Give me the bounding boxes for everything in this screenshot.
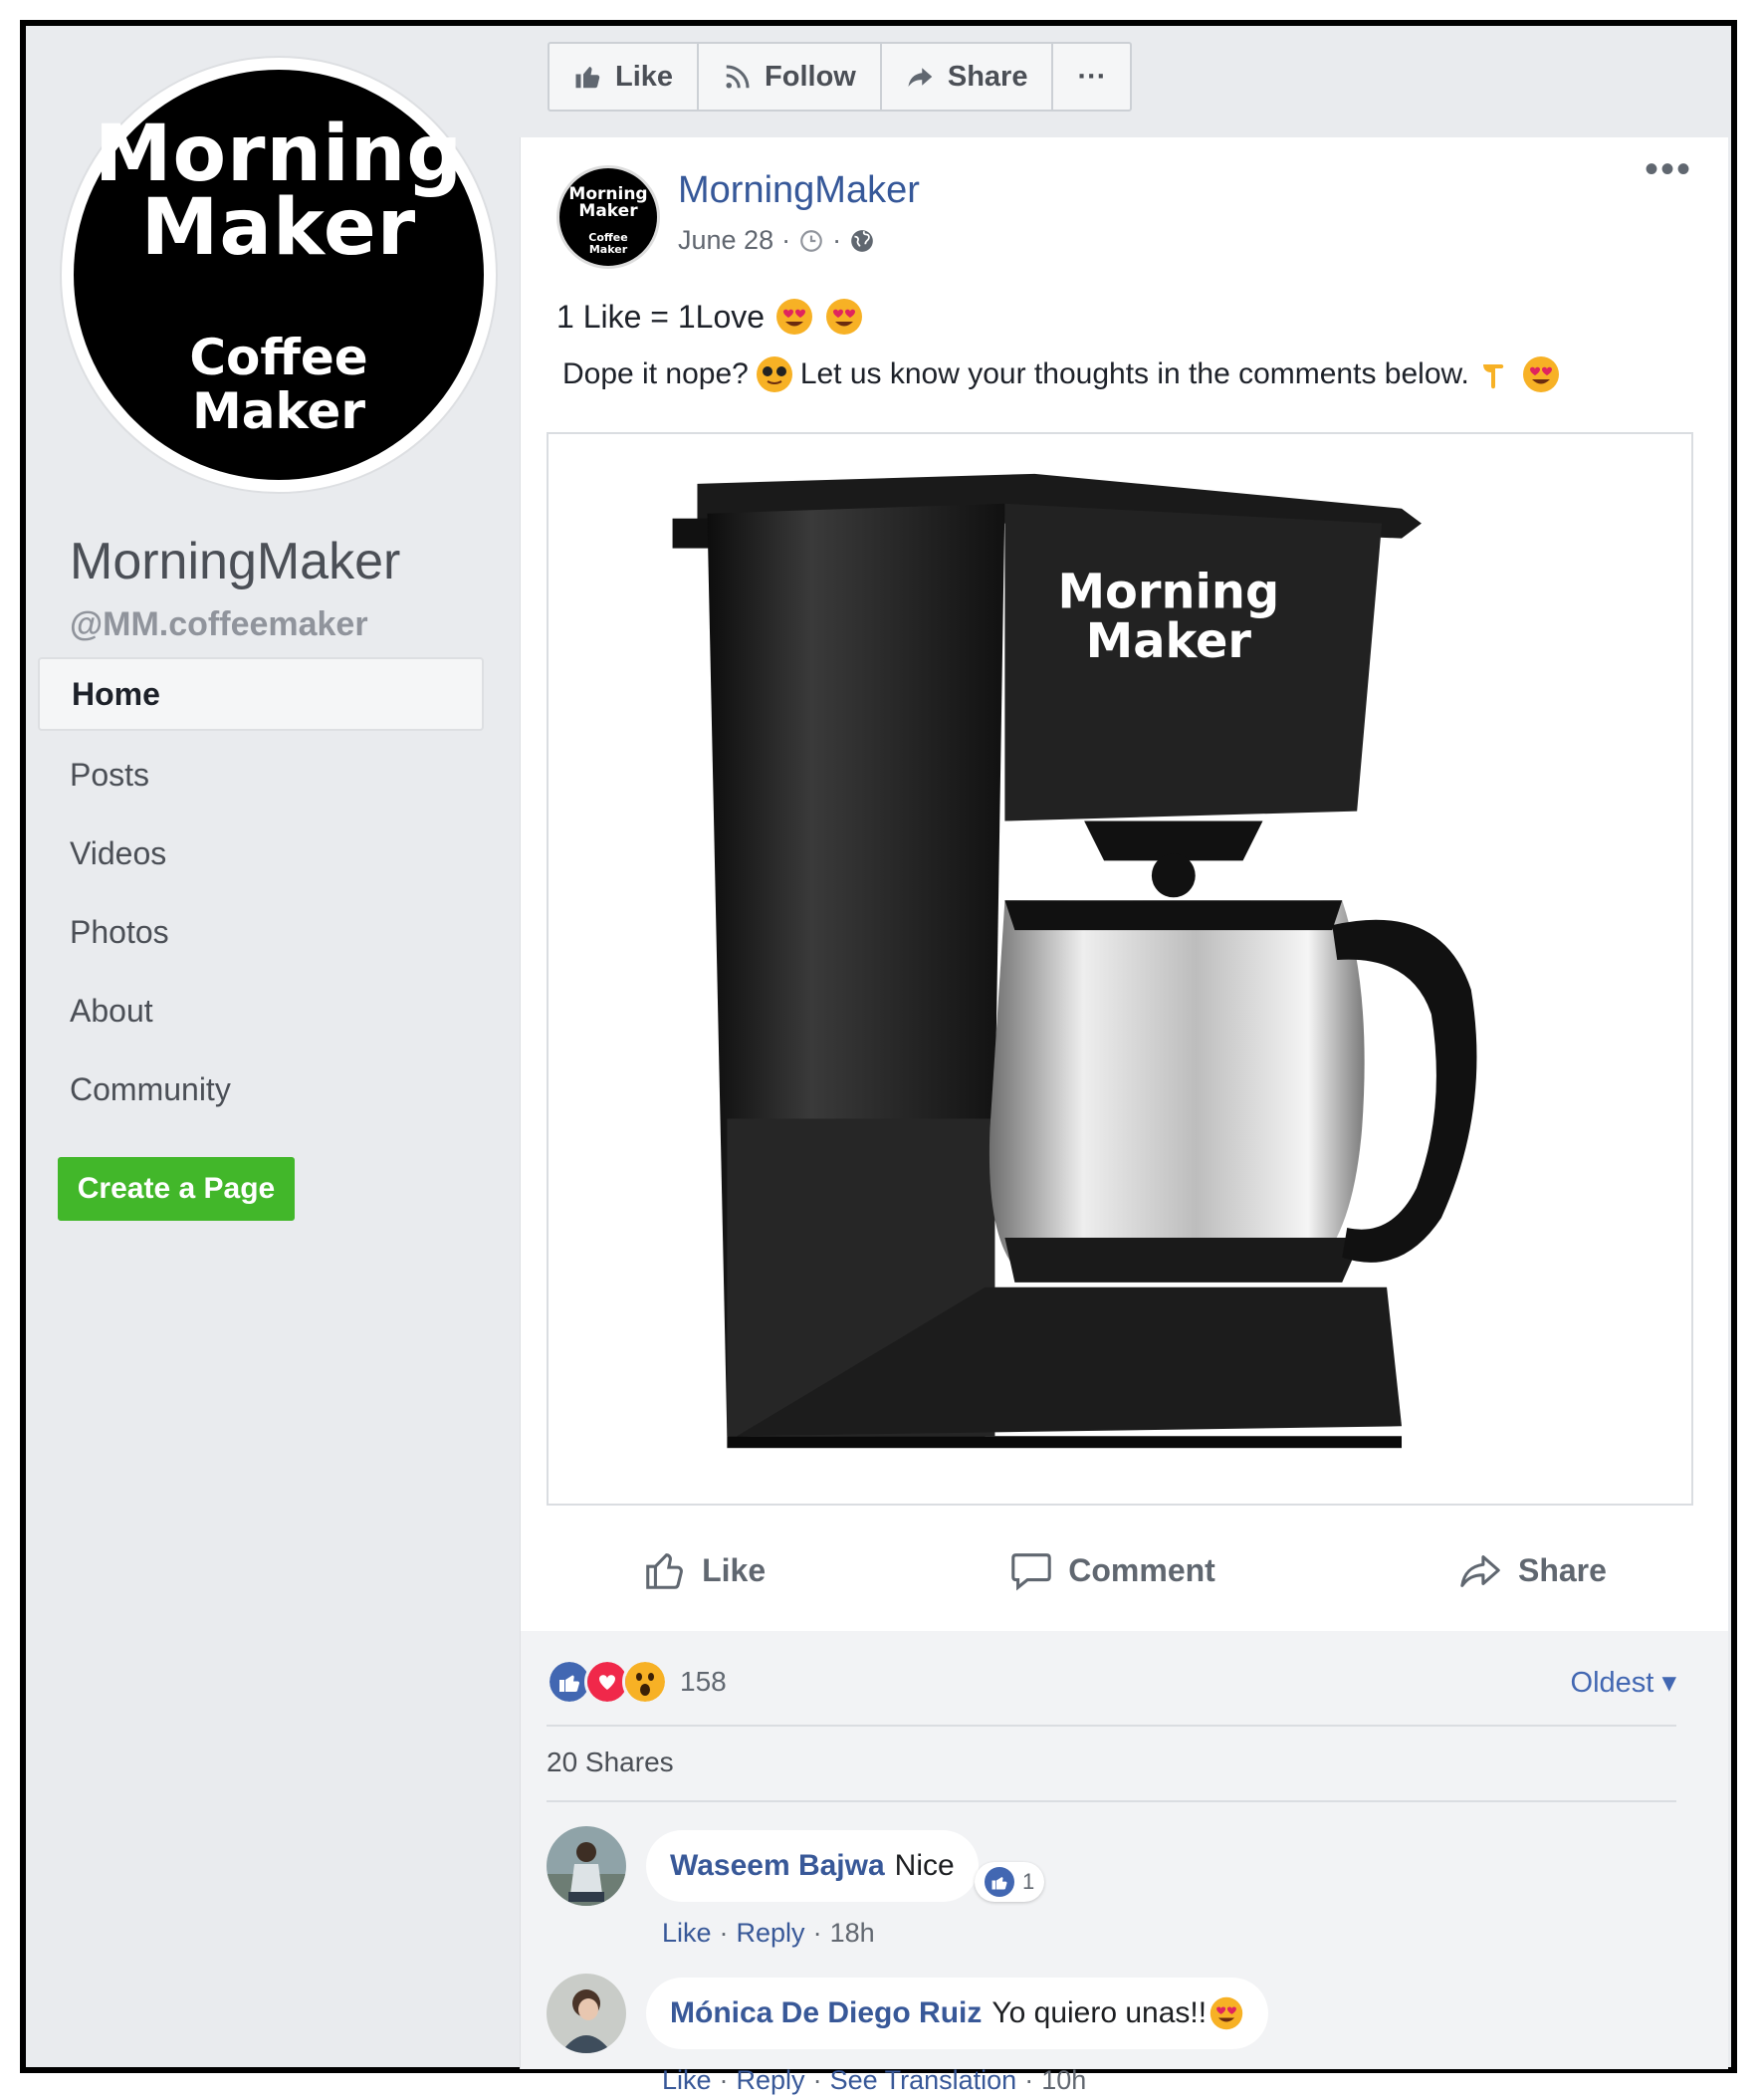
reactions-summary[interactable]: 158 (547, 1659, 727, 1705)
like-reaction-icon (985, 1867, 1014, 1897)
post-text-line1: 1 Like = 1Love (556, 297, 864, 337)
sunglasses-emoji-icon (756, 356, 792, 392)
thumbs-up-icon (575, 67, 600, 89)
page-like-label: Like (615, 60, 674, 93)
heart-eyes-emoji-icon (826, 299, 863, 335)
divider (547, 1725, 1676, 1727)
post-like-button[interactable]: Like (642, 1547, 766, 1593)
post-text-like-love: 1 Like = 1Love (556, 298, 766, 335)
comments-section: 158 Oldest ▾ 20 Shares Waseem Bajwa Nice (521, 1631, 1728, 2095)
commenter-avatar[interactable] (547, 1826, 626, 1906)
see-translation-link[interactable]: See Translation (830, 2065, 1017, 2096)
post-meta: June 28 · · (678, 225, 875, 256)
post-actions: Like Comment Share (521, 1525, 1728, 1615)
logo-text-line2: Maker (140, 183, 417, 273)
comment-like-link[interactable]: Like (662, 2065, 712, 2096)
logo-disc: Morning Maker Coffee Maker (74, 70, 484, 480)
share-outline-icon (1460, 1555, 1500, 1587)
post-options-icon[interactable]: ••• (1645, 147, 1692, 192)
logo-text-line1: Morning (94, 110, 464, 199)
page-handle[interactable]: @MM.coffeemaker (70, 605, 368, 644)
post-author-avatar[interactable]: Morning Maker Coffee Maker (556, 165, 660, 269)
post-like-label: Like (702, 1551, 767, 1588)
heart-eyes-emoji-icon (776, 299, 813, 335)
image-brand-line1: Morning (1057, 565, 1279, 619)
comment-bubble: Waseem Bajwa Nice (646, 1830, 979, 1902)
comment-like-count: 1 (1022, 1869, 1035, 1894)
comment-reply-link[interactable]: Reply (737, 2065, 805, 2096)
comment-text: Yo quiero unas!! (991, 1996, 1208, 2029)
post-photo[interactable]: Morning Maker (547, 432, 1693, 1506)
comment-like-badge[interactable]: 1 (975, 1862, 1045, 1902)
rss-icon (726, 65, 750, 89)
post-share-label: Share (1517, 1551, 1607, 1588)
heart-eyes-emoji-icon (1522, 356, 1559, 392)
avatar-text-line2: Maker (578, 201, 638, 221)
page-like-button[interactable]: Like (550, 44, 700, 110)
coffee-maker-image: Morning Maker (672, 473, 1477, 1449)
avatar-text-line4: Maker (588, 243, 628, 256)
page-share-label: Share (947, 60, 1028, 93)
nav-item-about[interactable]: About (38, 976, 484, 1046)
post-text-line2: Dope it nope? Let us know your thoughts … (562, 354, 1561, 394)
nav-item-community[interactable]: Community (38, 1054, 484, 1124)
clock-icon (800, 229, 822, 252)
screenshot-frame: Morning Maker Coffee Maker MorningMaker … (20, 20, 1737, 2095)
comment-time[interactable]: 18h (830, 1918, 875, 1949)
nav-item-home[interactable]: Home (38, 657, 484, 731)
more-dots-icon: ··· (1077, 60, 1107, 93)
post-card: ••• Morning Maker Coffee Maker MorningMa… (520, 137, 1728, 2095)
page-follow-label: Follow (765, 60, 856, 93)
image-brand-line2: Maker (1086, 614, 1252, 669)
comment-bubble-icon (1011, 1553, 1052, 1591)
page-name[interactable]: MorningMaker (70, 532, 400, 591)
pointing-down-hand-icon (1482, 364, 1504, 389)
divider (547, 1800, 1676, 1802)
commenter-name[interactable]: Mónica De Diego Ruiz (670, 1996, 982, 2030)
heart-eyes-emoji-icon (1210, 1996, 1243, 2030)
post-author-name[interactable]: MorningMaker (678, 169, 920, 212)
globe-icon[interactable] (849, 228, 875, 254)
page-nav: Home Posts Videos Photos About Community (38, 657, 484, 1133)
post-date[interactable]: June 28 (678, 225, 773, 256)
page-action-bar: Like Follow Share ··· (548, 42, 1133, 112)
comment-actions: Like · Reply · 18h (662, 1918, 875, 1949)
comment-time[interactable]: 10h (1041, 2065, 1086, 2096)
nav-item-photos[interactable]: Photos (38, 897, 484, 967)
logo-text-line4: Maker (192, 382, 365, 440)
commenter-name[interactable]: Waseem Bajwa (670, 1849, 885, 1883)
page-sidebar: Morning Maker Coffee Maker MorningMaker … (26, 26, 524, 2067)
page-follow-button[interactable]: Follow (699, 44, 882, 110)
logo-text-line3: Coffee (189, 329, 368, 386)
post-text-thoughts: Let us know your thoughts in the comment… (799, 357, 1469, 390)
person-photo-icon (547, 1974, 626, 2053)
share-arrow-icon (908, 68, 933, 87)
person-photo-icon (547, 1826, 626, 1906)
reaction-count: 158 (680, 1666, 727, 1697)
page-share-button[interactable]: Share (882, 44, 1054, 110)
wow-reaction-icon (622, 1659, 668, 1705)
nav-item-videos[interactable]: Videos (38, 818, 484, 888)
thumbs-up-outline-icon (646, 1553, 684, 1589)
caret-down-icon: ▾ (1661, 1667, 1676, 1699)
comment-sort-dropdown[interactable]: Oldest ▾ (1571, 1665, 1676, 1700)
comment-bubble: Mónica De Diego Ruiz Yo quiero unas!! (646, 1978, 1269, 2049)
comment-text: Nice (894, 1849, 955, 1882)
shares-count[interactable]: 20 Shares (547, 1747, 674, 1778)
commenter-avatar[interactable] (547, 1974, 626, 2053)
post-comment-button[interactable]: Comment (1008, 1547, 1215, 1593)
comment-like-link[interactable]: Like (662, 1918, 712, 1949)
post-comment-label: Comment (1068, 1551, 1215, 1588)
comment-actions: Like · Reply · See Translation · 10h (662, 2065, 1087, 2096)
comment-reply-link[interactable]: Reply (737, 1918, 805, 1949)
comment-sort-label: Oldest (1570, 1667, 1654, 1699)
post-share-button[interactable]: Share (1458, 1547, 1607, 1593)
nav-item-posts[interactable]: Posts (38, 740, 484, 810)
post-text-dope: Dope it nope? (562, 357, 749, 390)
page-more-button[interactable]: ··· (1053, 44, 1130, 110)
create-page-button[interactable]: Create a Page (58, 1157, 295, 1221)
page-profile-picture[interactable]: Morning Maker Coffee Maker (60, 56, 498, 494)
